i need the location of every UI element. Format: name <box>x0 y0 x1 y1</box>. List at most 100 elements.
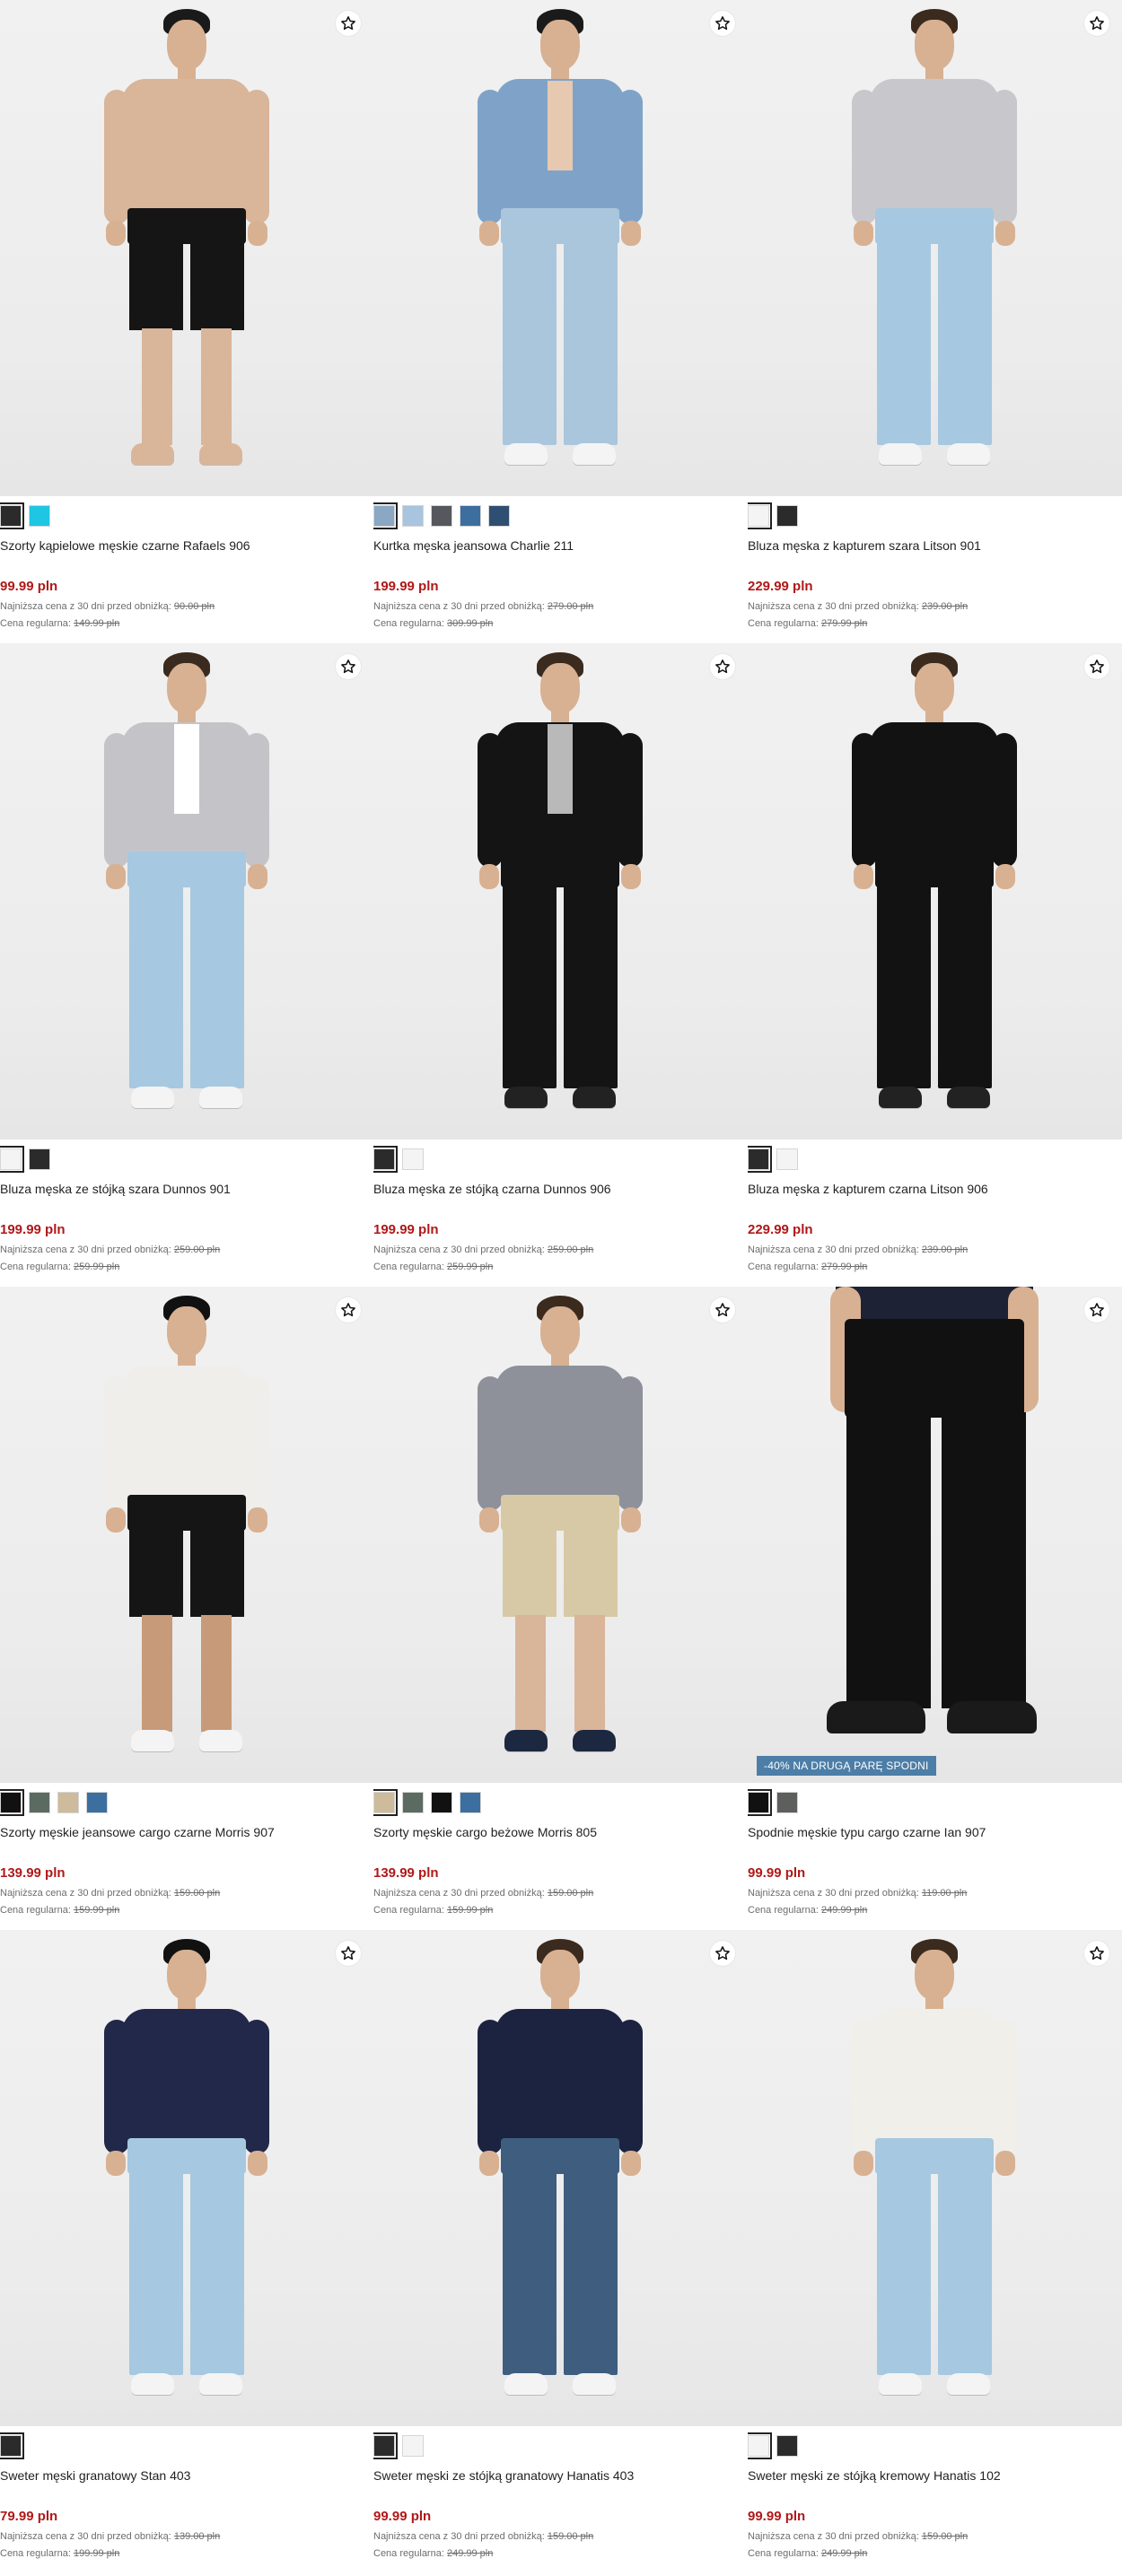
product-card[interactable]: -40% NA DRUGĄ PARĘ SPODNI Spodnie męskie… <box>748 1287 1122 1930</box>
product-photo[interactable] <box>373 0 748 496</box>
favorite-star-icon[interactable] <box>1084 1941 1109 1966</box>
favorite-star-icon[interactable] <box>1084 11 1109 36</box>
color-swatch[interactable] <box>0 502 24 529</box>
favorite-star-icon[interactable] <box>1084 654 1109 679</box>
color-swatch[interactable] <box>431 505 452 527</box>
product-photo[interactable] <box>373 1930 748 2426</box>
model-figure <box>373 0 748 496</box>
color-swatch[interactable] <box>748 2432 772 2459</box>
color-swatch[interactable] <box>0 2432 24 2459</box>
hips-shape <box>127 851 246 887</box>
color-swatch[interactable] <box>373 2432 398 2459</box>
favorite-star-icon[interactable] <box>336 1941 361 1966</box>
color-swatch[interactable] <box>86 1792 108 1813</box>
product-card[interactable]: Bluza męska z kapturem szara Litson 901 … <box>748 0 1122 643</box>
color-swatch[interactable] <box>748 1146 772 1173</box>
color-swatch[interactable] <box>402 1148 424 1170</box>
product-photo[interactable] <box>748 1930 1122 2426</box>
color-swatch[interactable] <box>460 505 481 527</box>
color-swatch[interactable] <box>373 502 398 529</box>
color-swatch[interactable] <box>0 1146 24 1173</box>
color-swatch[interactable] <box>373 1789 398 1816</box>
color-swatch[interactable] <box>776 505 798 527</box>
regular-price-value: 249.99 pln <box>446 2548 494 2559</box>
product-name[interactable]: Bluza męska ze stójką szara Dunnos 901 <box>0 1172 373 1222</box>
favorite-star-icon[interactable] <box>710 654 735 679</box>
product-photo[interactable]: -40% NA DRUGĄ PARĘ SPODNI <box>748 1287 1122 1783</box>
right-hand-shape <box>248 221 267 246</box>
color-swatch[interactable] <box>402 2435 424 2457</box>
regular-price-value: 279.99 pln <box>820 618 868 629</box>
product-card[interactable]: Sweter męski granatowy Stan 403 79.99 pl… <box>0 1930 373 2573</box>
product-photo[interactable] <box>373 643 748 1140</box>
favorite-star-icon[interactable] <box>1084 1297 1109 1323</box>
color-swatch[interactable] <box>776 1148 798 1170</box>
model-figure <box>748 643 1122 1140</box>
product-name[interactable]: Sweter męski ze stójką granatowy Hanatis… <box>373 2458 748 2509</box>
product-card[interactable]: Sweter męski ze stójką granatowy Hanatis… <box>373 1930 748 2573</box>
right-arm-shape <box>618 2020 643 2154</box>
product-name[interactable]: Sweter męski granatowy Stan 403 <box>0 2458 373 2509</box>
product-card[interactable]: Bluza męska ze stójką czarna Dunnos 906 … <box>373 643 748 1287</box>
product-card[interactable]: Kurtka męska jeansowa Charlie 211 199.99… <box>373 0 748 643</box>
product-name[interactable]: Szorty męskie jeansowe cargo czarne Morr… <box>0 1815 373 1865</box>
color-swatch[interactable] <box>29 1792 50 1813</box>
color-swatch[interactable] <box>748 502 772 529</box>
product-card[interactable]: Sweter męski ze stójką kremowy Hanatis 1… <box>748 1930 1122 2573</box>
color-swatch[interactable] <box>0 1789 24 1816</box>
color-swatch[interactable] <box>488 505 510 527</box>
product-card[interactable]: Szorty kąpielowe męskie czarne Rafaels 9… <box>0 0 373 643</box>
product-name[interactable]: Szorty męskie cargo beżowe Morris 805 <box>373 1815 748 1865</box>
favorite-star-icon[interactable] <box>710 11 735 36</box>
left-shoe-shape <box>879 443 922 465</box>
product-name[interactable]: Szorty kąpielowe męskie czarne Rafaels 9… <box>0 528 373 579</box>
lowest-price-label: Najniższa cena z 30 dni przed obniżką: <box>373 1244 545 1255</box>
product-photo[interactable] <box>0 1930 373 2426</box>
regular-price-value: 199.99 pln <box>73 2548 120 2559</box>
product-name[interactable]: Spodnie męskie typu cargo czarne Ian 907 <box>748 1815 1122 1865</box>
product-photo[interactable] <box>0 1287 373 1783</box>
favorite-star-icon[interactable] <box>710 1297 735 1323</box>
right-leg-shape <box>574 1615 605 1732</box>
product-name[interactable]: Sweter męski ze stójką kremowy Hanatis 1… <box>748 2458 1122 2509</box>
favorite-star-icon[interactable] <box>710 1941 735 1966</box>
color-swatch[interactable] <box>460 1792 481 1813</box>
product-card[interactable]: Szorty męskie jeansowe cargo czarne Morr… <box>0 1287 373 1930</box>
color-swatch[interactable] <box>431 1792 452 1813</box>
color-swatch[interactable] <box>57 1792 79 1813</box>
product-photo[interactable] <box>748 0 1122 496</box>
product-name[interactable]: Bluza męska ze stójką czarna Dunnos 906 <box>373 1172 748 1222</box>
product-name[interactable]: Bluza męska z kapturem szara Litson 901 <box>748 528 1122 579</box>
color-swatches <box>373 1140 748 1173</box>
favorite-star-icon[interactable] <box>336 1297 361 1323</box>
product-photo[interactable] <box>373 1287 748 1783</box>
lowest-price-label: Najniższa cena z 30 dni przed obniżką: <box>748 2531 919 2542</box>
product-photo[interactable] <box>748 643 1122 1140</box>
color-swatch[interactable] <box>402 1792 424 1813</box>
color-swatch[interactable] <box>776 2435 798 2457</box>
product-card[interactable]: Szorty męskie cargo beżowe Morris 805 13… <box>373 1287 748 1930</box>
product-photo[interactable] <box>0 0 373 496</box>
torso-shape <box>495 1366 625 1500</box>
product-name[interactable]: Kurtka męska jeansowa Charlie 211 <box>373 528 748 579</box>
left-arm-shape <box>478 733 503 868</box>
product-card[interactable]: Bluza męska z kapturem czarna Litson 906… <box>748 643 1122 1287</box>
inner-shirt-shape <box>548 724 573 814</box>
product-name[interactable]: Bluza męska z kapturem czarna Litson 906 <box>748 1172 1122 1222</box>
color-swatch[interactable] <box>29 505 50 527</box>
color-swatches <box>373 496 748 529</box>
product-card[interactable]: Bluza męska ze stójką szara Dunnos 901 1… <box>0 643 373 1287</box>
lowest-price-value: 259.00 pln <box>547 1244 594 1255</box>
favorite-star-icon[interactable] <box>336 11 361 36</box>
favorite-star-icon[interactable] <box>336 654 361 679</box>
product-photo[interactable] <box>0 643 373 1140</box>
color-swatch[interactable] <box>402 505 424 527</box>
lowest-price-line: Najniższa cena z 30 dni przed obniżką: 1… <box>0 2528 373 2545</box>
color-swatch[interactable] <box>776 1792 798 1813</box>
color-swatch[interactable] <box>29 1148 50 1170</box>
color-swatch[interactable] <box>748 1789 772 1816</box>
lowest-price-line: Najniższa cena z 30 dni przed obniżką: 1… <box>748 1885 1122 1902</box>
left-hand-shape <box>106 221 126 246</box>
color-swatch[interactable] <box>373 1146 398 1173</box>
right-arm-shape <box>244 1376 269 1511</box>
